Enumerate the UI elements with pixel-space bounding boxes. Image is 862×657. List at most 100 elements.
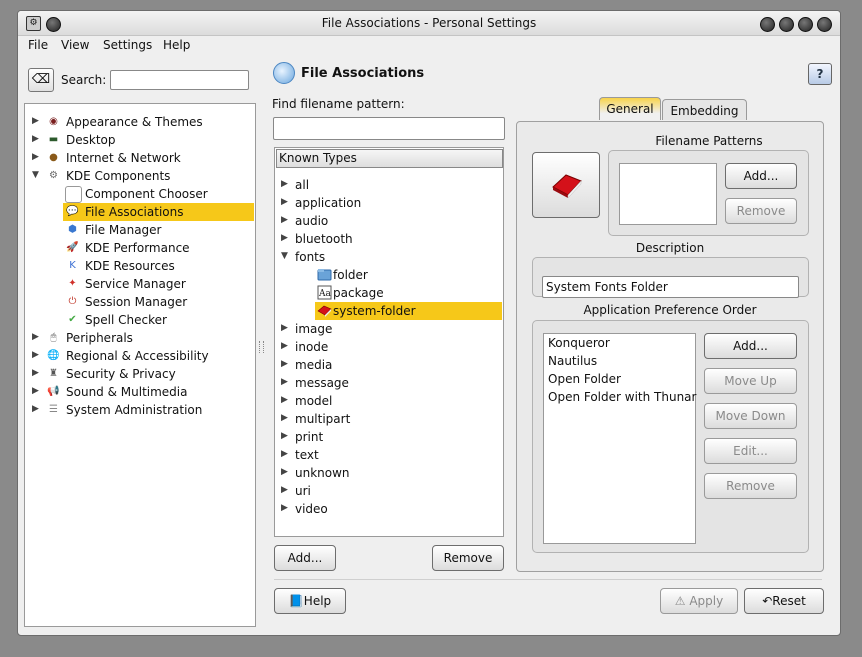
expand-arrow-icon[interactable]: ▶ [32,152,39,162]
add-application-button[interactable]: Add... [704,333,797,359]
expand-arrow-icon[interactable]: ▶ [32,386,39,396]
expand-arrow-icon[interactable]: ▶ [281,179,288,189]
expand-arrow-icon[interactable]: ▶ [281,449,288,459]
tab-embedding[interactable]: Embedding [662,99,747,120]
mime-type-row[interactable]: system-folder [275,302,503,320]
expand-arrow-icon[interactable]: ▶ [281,233,288,243]
filename-patterns-list[interactable] [619,163,717,225]
expand-arrow-icon[interactable]: ▶ [281,197,288,207]
expand-arrow-icon[interactable]: ▶ [281,395,288,405]
reset-button[interactable]: ↶Reset [744,588,824,614]
mime-type-row[interactable]: ▶ message [275,374,503,392]
whats-this-button[interactable]: ? [808,63,832,85]
known-types-header[interactable]: Known Types [276,149,503,168]
move-down-button[interactable]: Move Down [704,403,797,429]
application-list-item[interactable]: Open Folder with Thunar [548,390,696,404]
nav-item-regional-accessibility[interactable]: ▶ 🌐 Regional & Accessibility [25,347,255,365]
nav-item-component-chooser[interactable]: ▢ Component Chooser [25,185,255,203]
expand-arrow-icon[interactable]: ▶ [281,341,288,351]
nav-item-system-administration[interactable]: ▶ ☰ System Administration [25,401,255,419]
mime-type-row[interactable]: ▶ unknown [275,464,503,482]
expand-arrow-icon[interactable]: ▶ [281,359,288,369]
remove-application-button[interactable]: Remove [704,473,797,499]
menu-view[interactable]: View [61,38,89,52]
mime-type-row[interactable]: ▶ uri [275,482,503,500]
minimize-button[interactable] [779,17,794,32]
expand-arrow-icon[interactable]: ▶ [281,485,288,495]
menu-file[interactable]: File [28,38,48,52]
nav-item-security-privacy[interactable]: ▶ ♜ Security & Privacy [25,365,255,383]
remove-pattern-button[interactable]: Remove [725,198,797,224]
nav-item-spell-checker[interactable]: ✔ Spell Checker [25,311,255,329]
tab-general[interactable]: General [599,97,661,120]
add-pattern-button[interactable]: Add... [725,163,797,189]
mime-type-row[interactable]: ▶ multipart [275,410,503,428]
nav-item-kde-resources[interactable]: K KDE Resources [25,257,255,275]
bottom-separator [274,579,822,580]
file-associations-header-icon [273,62,295,84]
mime-type-row[interactable]: ▶ print [275,428,503,446]
maximize-button[interactable] [798,17,813,32]
expand-arrow-icon[interactable]: ▶ [32,134,39,144]
mime-type-row[interactable]: ▶ bluetooth [275,230,503,248]
menu-settings[interactable]: Settings [103,38,152,52]
application-list-item[interactable]: Nautilus [548,354,597,368]
expand-arrow-icon[interactable]: ▶ [281,467,288,477]
nav-item-kde-performance[interactable]: 🚀 KDE Performance [25,239,255,257]
mime-icon-button[interactable] [532,152,600,218]
nav-item-file-manager[interactable]: ⬢ File Manager [25,221,255,239]
collapse-arrow-icon[interactable]: ▼ [281,251,288,261]
nav-item-file-associations[interactable]: 💬 File Associations [25,203,255,221]
expand-arrow-icon[interactable]: ▶ [281,323,288,333]
apply-button[interactable]: ⚠ Apply [660,588,738,614]
search-input[interactable] [110,70,249,90]
move-up-button[interactable]: Move Up [704,368,797,394]
nav-item-session-manager[interactable]: ⏻ Session Manager [25,293,255,311]
expand-arrow-icon[interactable]: ▶ [281,431,288,441]
menu-help[interactable]: Help [163,38,190,52]
help-title-button[interactable] [760,17,775,32]
nav-item-desktop[interactable]: ▶ ▬ Desktop [25,131,255,149]
add-type-button[interactable]: Add... [274,545,336,571]
mime-type-row[interactable]: ▶ audio [275,212,503,230]
splitter-handle[interactable] [259,341,264,353]
nav-item-service-manager[interactable]: ✦ Service Manager [25,275,255,293]
nav-item-kde-components[interactable]: ▼ ⚙ KDE Components [25,167,255,185]
mime-type-row[interactable]: ▶ media [275,356,503,374]
mime-type-row[interactable]: ▶ all [275,176,503,194]
mime-type-row[interactable]: folder [275,266,503,284]
nav-item-appearance-themes[interactable]: ▶ ◉ Appearance & Themes [25,113,255,131]
mime-type-row[interactable]: ▶ model [275,392,503,410]
clear-search-button[interactable]: ⌫ [28,68,54,92]
mime-type-row[interactable]: ▼ fonts [275,248,503,266]
reset-icon: ↶ [762,594,773,608]
mime-type-row[interactable]: Aa package [275,284,503,302]
expand-arrow-icon[interactable]: ▶ [281,413,288,423]
expand-arrow-icon[interactable]: ▶ [32,404,39,414]
mime-type-row[interactable]: ▶ inode [275,338,503,356]
help-button[interactable]: 📘Help [274,588,346,614]
mime-type-row[interactable]: ▶ application [275,194,503,212]
mime-type-row[interactable]: ▶ image [275,320,503,338]
expand-arrow-icon[interactable]: ▶ [32,116,39,126]
expand-arrow-icon[interactable]: ▶ [281,377,288,387]
description-input[interactable]: System Fonts Folder [542,276,799,298]
mime-type-row[interactable]: ▶ text [275,446,503,464]
expand-arrow-icon[interactable]: ▶ [281,503,288,513]
remove-type-button[interactable]: Remove [432,545,504,571]
application-list[interactable]: Konqueror Nautilus Open Folder Open Folder … [543,333,696,544]
application-list-item[interactable]: Open Folder [548,372,621,386]
application-list-item[interactable]: Konqueror [548,336,610,350]
expand-arrow-icon[interactable]: ▶ [32,350,39,360]
expand-arrow-icon[interactable]: ▶ [32,368,39,378]
close-button[interactable] [817,17,832,32]
find-pattern-input[interactable] [273,117,505,140]
nav-item-sound-multimedia[interactable]: ▶ 📢 Sound & Multimedia [25,383,255,401]
nav-item-internet-network[interactable]: ▶ ● Internet & Network [25,149,255,167]
nav-item-peripherals[interactable]: ▶ 🖱 Peripherals [25,329,255,347]
collapse-arrow-icon[interactable]: ▼ [32,170,39,180]
expand-arrow-icon[interactable]: ▶ [281,215,288,225]
expand-arrow-icon[interactable]: ▶ [32,332,39,342]
edit-application-button[interactable]: Edit... [704,438,797,464]
mime-type-row[interactable]: ▶ video [275,500,503,518]
